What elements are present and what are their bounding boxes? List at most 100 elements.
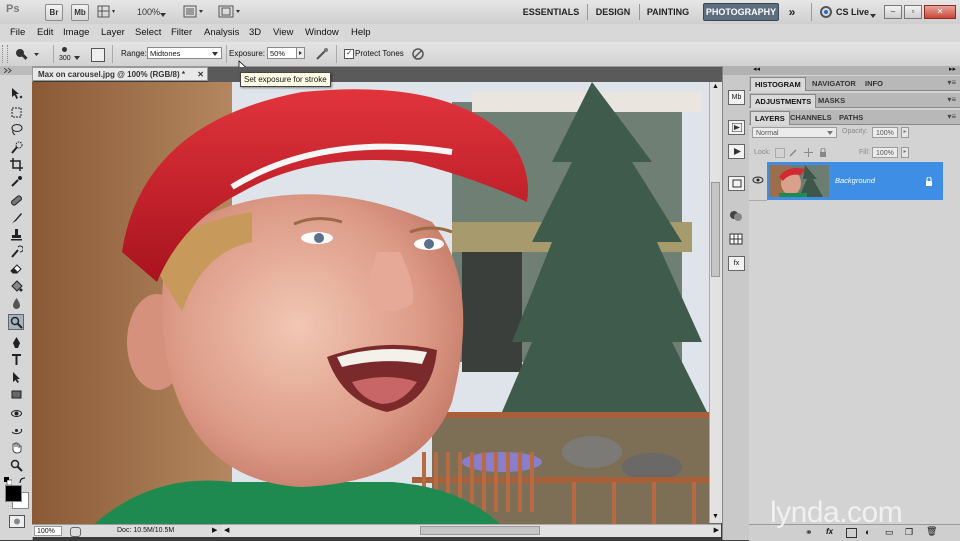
spot-healing-tool[interactable] xyxy=(8,192,24,208)
sponge-tool-preset-picker[interactable] xyxy=(14,47,42,63)
arrange-documents-button[interactable] xyxy=(183,5,205,18)
pen-tool[interactable] xyxy=(8,334,24,350)
delete-layer-icon[interactable]: 🗑 xyxy=(926,526,937,537)
menu-help[interactable]: Help xyxy=(351,27,371,38)
lock-transparent-icon[interactable] xyxy=(775,148,785,158)
screen-mode-button[interactable] xyxy=(217,5,243,18)
layer-visibility-cell[interactable] xyxy=(749,162,767,201)
tab-navigator[interactable]: NAVIGATOR xyxy=(808,77,860,90)
workspace-photography[interactable]: PHOTOGRAPHY xyxy=(703,3,779,21)
menu-edit[interactable]: Edit xyxy=(37,27,53,38)
3d-orbit-tool[interactable] xyxy=(8,422,24,438)
cs-live-button[interactable]: CS Live xyxy=(836,7,869,17)
move-tool[interactable] xyxy=(8,85,24,101)
styles-fx-icon[interactable]: fx xyxy=(728,256,745,271)
tab-layers[interactable]: LAYERS xyxy=(750,111,790,125)
fill-slider-toggle[interactable]: ▸ xyxy=(901,147,909,158)
pressure-size-icon[interactable] xyxy=(411,47,425,63)
eraser-tool[interactable] xyxy=(8,260,24,276)
zoom-tool[interactable] xyxy=(8,457,24,473)
scroll-left-icon[interactable]: ◀ xyxy=(224,526,229,534)
panel-menu-icon[interactable]: ▾≡ xyxy=(947,95,956,104)
menu-layer[interactable]: Layer xyxy=(101,27,125,38)
mini-bridge-panel-icon[interactable]: Mb xyxy=(728,90,745,105)
info-panel-icon[interactable] xyxy=(728,176,745,191)
type-tool[interactable] xyxy=(8,351,24,367)
protect-tones-checkbox[interactable]: ✓ xyxy=(344,49,354,59)
brush-dropdown-icon[interactable] xyxy=(74,52,80,62)
document-tab[interactable]: Max on carousel.jpg @ 100% (RGB/8) * ✕ xyxy=(32,67,208,81)
menu-filter[interactable]: Filter xyxy=(171,27,192,38)
panel-menu-icon[interactable]: ▾≡ xyxy=(947,78,956,87)
exposure-input[interactable]: 50% xyxy=(267,47,297,59)
brush-panel-toggle-icon[interactable] xyxy=(91,48,105,62)
scroll-down-icon[interactable]: ▼ xyxy=(711,513,720,522)
vertical-scrollbar[interactable]: ▲ ▼ xyxy=(709,82,722,523)
menu-analysis[interactable]: Analysis xyxy=(204,27,239,38)
crop-tool[interactable] xyxy=(8,156,24,172)
menu-view[interactable]: View xyxy=(273,27,293,38)
dock-header[interactable]: ◂◂ ▸▸ xyxy=(749,66,960,75)
quick-mask-button[interactable] xyxy=(9,515,25,528)
opacity-input[interactable]: 100% xyxy=(872,127,898,138)
menu-window[interactable]: Window xyxy=(305,27,339,38)
history-panel-icon[interactable] xyxy=(728,120,745,135)
expand-icon[interactable]: ◂◂ xyxy=(753,65,760,73)
actions-panel-icon[interactable] xyxy=(728,144,745,159)
quick-selection-tool[interactable] xyxy=(8,139,24,155)
brush-tool[interactable] xyxy=(8,209,24,225)
scroll-up-icon[interactable]: ▲ xyxy=(711,83,720,92)
hand-tool[interactable] xyxy=(8,439,24,455)
collapse-dock-icon[interactable]: ▸▸ xyxy=(949,65,956,73)
panel-menu-icon[interactable]: ▾≡ xyxy=(947,112,956,121)
menu-file[interactable]: File xyxy=(10,27,25,38)
lock-all-icon[interactable] xyxy=(819,147,827,159)
status-menu-icon[interactable]: ▶ xyxy=(212,525,217,537)
lasso-tool[interactable] xyxy=(8,121,24,137)
workspace-design[interactable]: DESIGN xyxy=(591,0,635,24)
maximize-button[interactable]: ▫ xyxy=(904,5,922,19)
workspace-essentials[interactable]: ESSENTIALS xyxy=(520,0,582,24)
menu-3d[interactable]: 3D xyxy=(249,27,261,38)
zoom-level[interactable]: 100% xyxy=(137,7,160,17)
horizontal-scroll-thumb[interactable] xyxy=(420,526,540,535)
bridge-button[interactable]: Br xyxy=(45,4,63,21)
scroll-right-icon[interactable]: ▶ xyxy=(714,526,719,534)
mini-bridge-button[interactable]: Mb xyxy=(71,4,89,21)
gradient-tool[interactable] xyxy=(8,278,24,294)
status-info-icon[interactable] xyxy=(70,527,81,537)
status-zoom-field[interactable]: 100% xyxy=(34,526,62,536)
blur-tool[interactable] xyxy=(8,295,24,311)
options-bar-grip[interactable] xyxy=(2,45,8,63)
history-brush-tool[interactable] xyxy=(8,243,24,259)
tab-adjustments[interactable]: ADJUSTMENTS xyxy=(750,94,817,108)
tab-info[interactable]: INFO xyxy=(861,77,887,90)
tools-panel-header[interactable] xyxy=(0,66,32,75)
tab-masks[interactable]: MASKS xyxy=(814,94,849,107)
strip-header[interactable] xyxy=(723,66,749,75)
vertical-scroll-thumb[interactable] xyxy=(711,182,720,277)
minimize-button[interactable]: – xyxy=(884,5,902,19)
3d-rotate-tool[interactable] xyxy=(8,405,24,421)
marquee-tool[interactable] xyxy=(8,104,24,120)
tab-histogram[interactable]: HISTOGRAM xyxy=(750,77,806,91)
tab-paths[interactable]: PATHS xyxy=(835,111,867,124)
layer-background[interactable]: Background xyxy=(767,162,943,200)
swatches-grid-icon[interactable] xyxy=(728,232,743,245)
photo-canvas[interactable] xyxy=(32,82,709,526)
eyedropper-tool[interactable] xyxy=(8,173,24,189)
sponge-tool[interactable] xyxy=(8,314,24,330)
blend-mode-select[interactable]: Normal xyxy=(752,127,837,138)
lock-position-icon[interactable] xyxy=(804,148,813,159)
workspace-painting[interactable]: PAINTING xyxy=(643,0,693,24)
extras-menu-button[interactable] xyxy=(97,5,117,18)
close-document-icon[interactable]: ✕ xyxy=(197,68,204,82)
tab-channels[interactable]: CHANNELS xyxy=(786,111,836,124)
new-layer-icon[interactable]: ❐ xyxy=(905,527,913,538)
menu-image[interactable]: Image xyxy=(63,27,89,38)
more-workspaces-button[interactable]: » xyxy=(783,0,801,24)
horizontal-scrollbar[interactable]: ◀ ▶ xyxy=(222,524,721,537)
opacity-slider-toggle[interactable]: ▸ xyxy=(901,127,909,138)
path-selection-tool[interactable] xyxy=(8,369,24,385)
cs-live-dropdown-icon[interactable] xyxy=(870,10,876,20)
